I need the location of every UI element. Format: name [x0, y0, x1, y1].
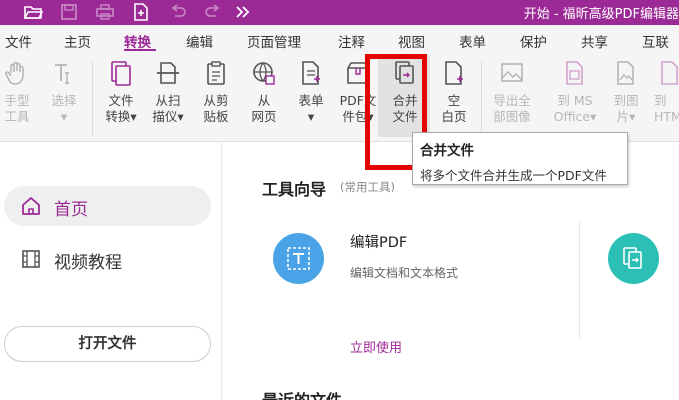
- tooltip-description: 将多个文件合并生成一个PDF文件: [420, 168, 607, 183]
- to-image-button[interactable]: 到图 片▾: [604, 59, 648, 139]
- active-tab-indicator: [124, 49, 156, 51]
- menu-connect[interactable]: 互联: [642, 31, 669, 51]
- undo-icon[interactable]: [168, 3, 188, 21]
- window-title: 开始 - 福昕高级PDF编辑器: [523, 7, 679, 22]
- open-file-button[interactable]: 打开文件: [4, 326, 211, 362]
- merge-files-card-icon[interactable]: [608, 233, 659, 284]
- menu-comment[interactable]: 注释: [338, 31, 365, 51]
- from-scanner-button[interactable]: 从扫 描仪▾: [146, 59, 190, 139]
- merge-files-tooltip: 合并文件 将多个文件合并生成一个PDF文件: [412, 132, 628, 185]
- sidebar-item-video-tutorial[interactable]: 视频教程: [4, 239, 211, 279]
- ribbon-separator: [92, 61, 93, 137]
- more-icon[interactable]: [233, 3, 253, 21]
- menu-view[interactable]: 视图: [398, 31, 425, 51]
- recent-files-title: 最近的文件: [262, 387, 342, 400]
- redo-icon[interactable]: [203, 3, 223, 21]
- file-convert-button[interactable]: 文件 转换▾: [99, 59, 143, 139]
- to-html-button[interactable]: 到 HTML: [652, 59, 679, 139]
- use-now-link[interactable]: 立即使用: [350, 337, 402, 356]
- form-icon: [297, 59, 325, 87]
- select-button[interactable]: 选择 ▾: [42, 59, 86, 139]
- export-images-icon: [498, 59, 526, 87]
- menu-form[interactable]: 表单: [459, 31, 486, 51]
- save-icon[interactable]: [59, 3, 79, 21]
- hand-tool-button[interactable]: 手型 工具: [0, 59, 39, 139]
- folder-open-icon[interactable]: [23, 3, 43, 21]
- to-image-icon: [612, 59, 640, 87]
- web-icon: [250, 59, 278, 87]
- card-divider: [579, 220, 580, 340]
- edit-pdf-description: 编辑文档和文本格式: [350, 266, 459, 280]
- menu-protect[interactable]: 保护: [520, 31, 547, 51]
- form-button[interactable]: 表单 ▾: [289, 59, 333, 139]
- from-clipboard-button[interactable]: 从剪 贴板: [194, 59, 238, 139]
- new-file-icon[interactable]: [131, 3, 151, 21]
- home-icon: [20, 195, 42, 217]
- sidebar-item-home[interactable]: 首页: [4, 186, 211, 226]
- edit-pdf-icon[interactable]: [273, 233, 324, 284]
- menu-page-management[interactable]: 页面管理: [247, 31, 301, 51]
- clipboard-icon: [202, 59, 230, 87]
- scanner-icon: [154, 59, 182, 87]
- sidebar: 首页 视频教程 打开文件: [0, 142, 222, 400]
- print-icon[interactable]: [95, 3, 115, 21]
- select-text-icon: [50, 59, 78, 87]
- title-bar: 开始 - 福昕高级PDF编辑器: [0, 0, 679, 25]
- section-subtitle: (常用工具): [340, 180, 395, 194]
- ribbon-separator: [481, 61, 482, 137]
- file-convert-icon: [107, 59, 135, 87]
- hand-icon: [3, 59, 31, 87]
- film-icon: [20, 248, 42, 270]
- to-office-icon: [561, 59, 589, 87]
- to-html-icon: [656, 59, 679, 87]
- tooltip-title: 合并文件: [420, 143, 474, 159]
- menu-edit[interactable]: 编辑: [186, 31, 213, 51]
- menu-convert[interactable]: 转换: [124, 31, 151, 51]
- section-title: 工具向导: [262, 180, 327, 199]
- export-all-images-button[interactable]: 导出全 部图像: [490, 59, 534, 139]
- to-ms-office-button[interactable]: 到 MS Office▾: [553, 59, 597, 139]
- blank-page-button[interactable]: 空 白页: [432, 59, 476, 139]
- menu-home[interactable]: 主页: [64, 31, 91, 51]
- menu-bar: 文件 主页 转换 编辑 页面管理 注释 视图 表单 保护 共享 互联: [0, 25, 679, 53]
- blank-page-icon: [440, 59, 468, 87]
- from-web-button[interactable]: 从 网页: [242, 59, 286, 139]
- menu-file[interactable]: 文件: [5, 31, 32, 51]
- edit-pdf-title[interactable]: 编辑PDF: [350, 231, 407, 252]
- menu-share[interactable]: 共享: [581, 31, 608, 51]
